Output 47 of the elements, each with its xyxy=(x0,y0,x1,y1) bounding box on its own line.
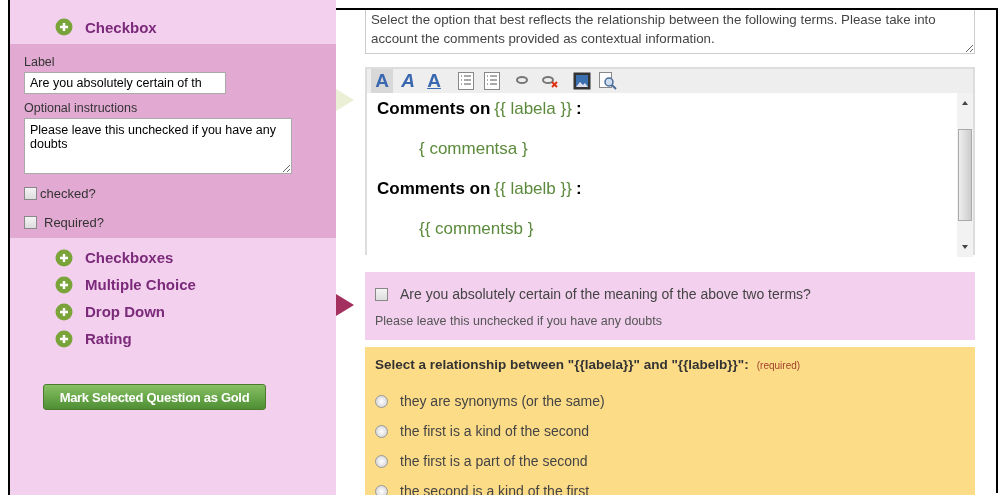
bullets-icon[interactable] xyxy=(455,69,477,93)
radio-button[interactable] xyxy=(375,394,388,408)
format-button[interactable]: A xyxy=(423,69,445,93)
question-text: Select a relationship between "{{labela}}" and "{{labelb}}": xyxy=(375,357,749,372)
question-type-item[interactable]: Rating xyxy=(85,330,132,347)
checkbox-label: Required? xyxy=(44,215,104,230)
plus-icon[interactable] xyxy=(55,18,73,36)
template-variable: {{ commentsb } xyxy=(419,219,534,239)
rich-text-editor[interactable]: A A A Comments on {{ labela }} : { commentsa } Comments on {{ labelb }} : {{ commentsb } xyxy=(365,67,975,255)
option-label: the first is a part of the second xyxy=(400,453,588,469)
option-label: the first is a kind of the second xyxy=(400,423,590,439)
format-button[interactable]: A xyxy=(371,69,393,93)
template-variable: {{ labelb }} xyxy=(494,179,572,199)
plus-icon[interactable] xyxy=(55,275,73,294)
question-type-item[interactable]: Drop Down xyxy=(85,303,165,320)
checkbox[interactable] xyxy=(24,187,37,200)
plus-icon[interactable] xyxy=(55,302,73,321)
label-field[interactable]: Are you absolutely certain of th xyxy=(24,72,226,94)
template-variable: {{ labela }} xyxy=(494,99,572,119)
checkbox-label: checked? xyxy=(40,186,96,201)
question-type-item[interactable]: Checkboxes xyxy=(85,249,174,266)
plus-icon[interactable] xyxy=(55,248,73,267)
question-type-item[interactable]: Multiple Choice xyxy=(85,276,196,293)
format-button[interactable]: A xyxy=(397,69,419,93)
question-text: Are you absolutely certain of the meaning of the above two terms? xyxy=(400,286,811,302)
instructions-field[interactable]: Select the option that best reflects the relationship between the following terms. Please take into account the comments provided as contextual information. xyxy=(365,10,975,54)
field-label: Optional instructions xyxy=(24,101,139,115)
editor-heading: Comments on xyxy=(377,99,491,119)
radio-button[interactable] xyxy=(375,424,388,438)
plus-icon[interactable] xyxy=(55,329,73,348)
colon-text: : xyxy=(575,179,582,199)
radio-button[interactable] xyxy=(375,484,388,495)
scrollbar[interactable] xyxy=(957,93,973,257)
template-variable: { commentsa } xyxy=(419,139,528,159)
required-note: (required) xyxy=(756,360,801,371)
option-label: they are synonyms (or the same) xyxy=(400,393,605,409)
pointer-icon xyxy=(336,89,354,111)
editor-heading: Comments on xyxy=(377,179,491,199)
checkbox[interactable] xyxy=(375,287,388,301)
instructions-field[interactable]: Please leave this unchecked if you have any doubts xyxy=(24,118,292,174)
question-instructions: Please leave this unchecked if you have any doubts xyxy=(375,314,663,328)
question-type-item[interactable]: Checkbox xyxy=(85,18,157,36)
field-label: Label xyxy=(24,55,56,69)
radio-button[interactable] xyxy=(375,454,388,468)
checkbox[interactable] xyxy=(24,216,37,229)
numbering-icon[interactable] xyxy=(481,69,503,93)
colon-text: : xyxy=(575,99,582,119)
